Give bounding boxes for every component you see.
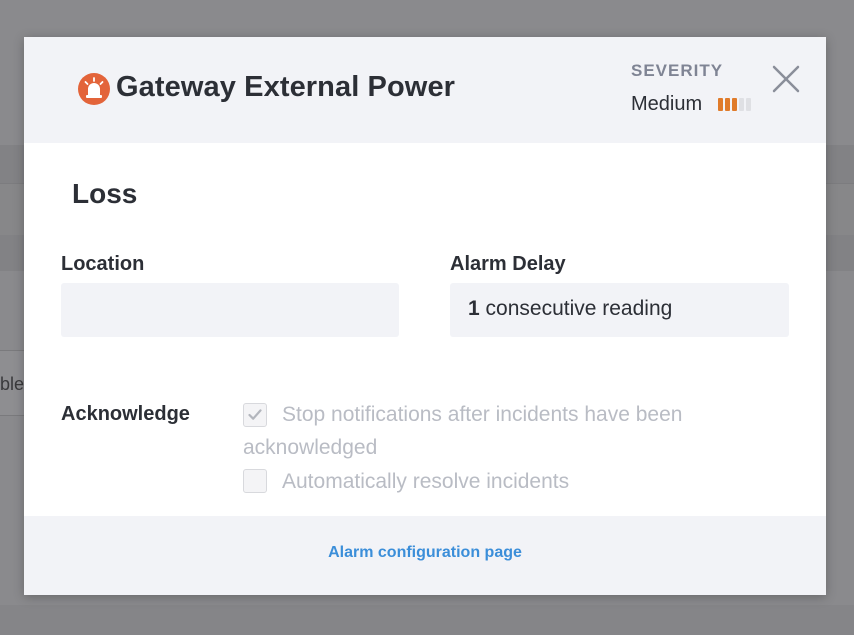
alarm-delay-unit: consecutive reading	[485, 297, 673, 320]
background-field-text: ble	[0, 374, 24, 394]
stop-notifications-checkbox[interactable]	[243, 403, 267, 427]
alarm-configuration-link[interactable]: Alarm configuration page	[24, 544, 826, 562]
location-label: Location	[61, 253, 145, 275]
modal-title: Gateway External Power	[116, 71, 456, 103]
modal-subtitle: Loss	[72, 178, 138, 209]
acknowledge-label: Acknowledge	[61, 403, 190, 425]
auto-resolve-checkbox[interactable]	[243, 469, 267, 493]
alarm-delay-field[interactable]: 1 consecutive reading	[450, 283, 789, 337]
alarm-light-icon	[78, 73, 110, 105]
severity-label: SEVERITY	[631, 61, 724, 80]
background-band	[0, 605, 854, 635]
severity-bar	[732, 98, 737, 111]
close-icon[interactable]	[768, 61, 804, 97]
location-field[interactable]	[61, 283, 399, 337]
checkmark-icon	[248, 409, 262, 420]
severity-value: Medium	[631, 93, 703, 115]
severity-bar	[746, 98, 751, 111]
severity-bar	[725, 98, 730, 111]
modal-header: Gateway External Power SEVERITY Medium	[24, 37, 826, 143]
alarm-modal: Gateway External Power SEVERITY Medium L…	[24, 37, 826, 595]
stop-notifications-text-line1: Stop notifications after incidents have …	[282, 403, 683, 426]
modal-footer: Alarm configuration page	[24, 516, 826, 595]
alarm-delay-label: Alarm Delay	[450, 253, 566, 275]
severity-bar	[739, 98, 744, 111]
severity-bar	[718, 98, 723, 111]
auto-resolve-text: Automatically resolve incidents	[282, 470, 570, 493]
alarm-delay-count: 1	[468, 297, 480, 320]
stop-notifications-text-line2: acknowledged	[243, 436, 378, 459]
